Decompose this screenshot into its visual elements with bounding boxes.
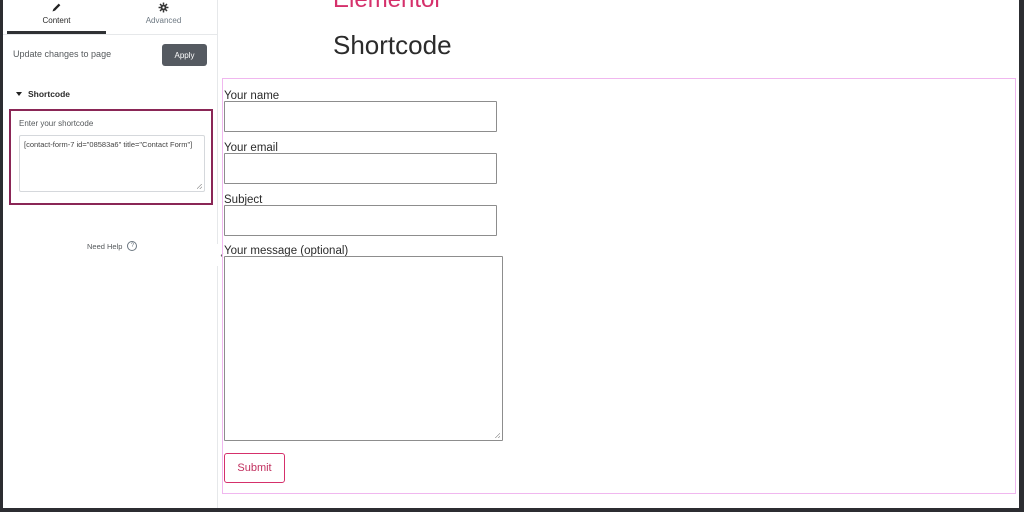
update-changes-text: Update changes to page	[13, 49, 112, 59]
window-frame-left	[0, 0, 3, 512]
tabs-divider	[3, 34, 217, 35]
shortcode-value: [contact-form-7 id="08583a6" title="Cont…	[24, 140, 193, 149]
update-changes-row: Update changes to page Apply	[13, 44, 209, 66]
apply-button[interactable]: Apply	[162, 44, 207, 66]
submit-button[interactable]: Submit	[224, 453, 285, 483]
contact-form-widget: Your name Your email Subject Your messag…	[222, 78, 1016, 494]
site-brand-title: Elementor	[333, 0, 442, 14]
editor-sidebar: Content Advanced Update changes to page …	[3, 0, 218, 508]
tab-content[interactable]: Content	[3, 0, 110, 34]
tab-content-label: Content	[42, 16, 71, 25]
page-title: Shortcode	[333, 30, 452, 60]
shortcode-control: Enter your shortcode [contact-form-7 id=…	[9, 109, 213, 205]
email-input[interactable]	[224, 153, 497, 184]
section-title: Shortcode	[28, 89, 71, 99]
shortcode-section-toggle[interactable]: Shortcode	[16, 88, 70, 100]
resize-grip-icon[interactable]	[495, 433, 500, 438]
message-textarea[interactable]	[224, 256, 503, 441]
subject-input[interactable]	[224, 205, 497, 236]
panel-tabs: Content Advanced	[3, 0, 217, 34]
question-circle-icon: ?	[127, 241, 138, 251]
tab-advanced-label: Advanced	[145, 16, 182, 25]
caret-down-icon	[16, 92, 22, 96]
need-help-link[interactable]: Need Help ?	[87, 241, 138, 251]
shortcode-label: Enter your shortcode	[19, 119, 94, 128]
need-help-label: Need Help	[87, 241, 123, 251]
pencil-icon	[3, 0, 110, 14]
gear-icon	[110, 0, 217, 14]
window-frame-bottom	[0, 508, 1024, 512]
tab-advanced[interactable]: Advanced	[110, 0, 217, 34]
resize-grip-icon[interactable]	[197, 184, 202, 189]
window-frame-right	[1019, 0, 1024, 512]
name-input[interactable]	[224, 101, 497, 132]
shortcode-textarea[interactable]: [contact-form-7 id="08583a6" title="Cont…	[19, 135, 205, 192]
